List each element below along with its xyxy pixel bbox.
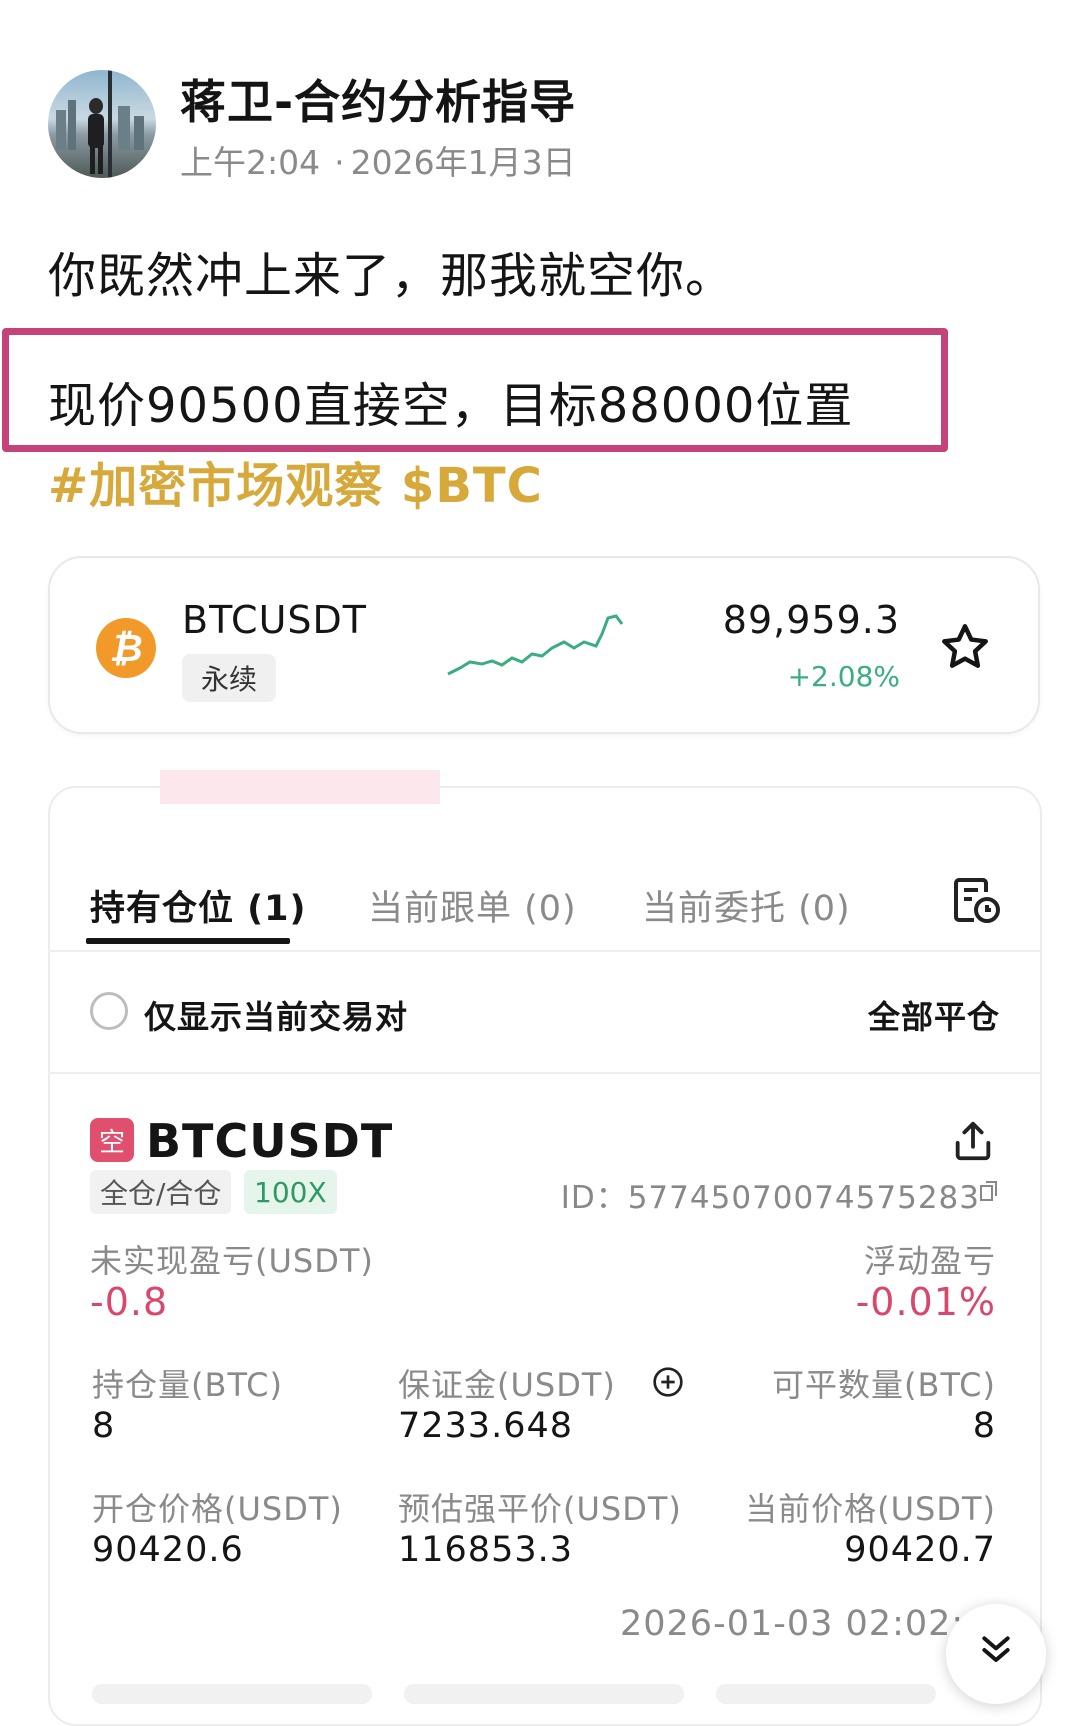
post-hashtags[interactable]: #加密市场观察 $BTC: [48, 446, 543, 516]
ticker-change: +2.08%: [787, 660, 900, 693]
add-margin-icon[interactable]: [652, 1366, 684, 1398]
unrealized-pnl-value: -0.8: [90, 1280, 169, 1324]
price-sparkline: [447, 614, 624, 676]
close-all-button[interactable]: 全部平仓: [860, 992, 1000, 1038]
tab-current-copy-orders[interactable]: 当前跟单 (0): [368, 880, 577, 931]
filter-current-pair-radio[interactable]: [90, 992, 128, 1030]
section-divider: [48, 1072, 1042, 1074]
author-avatar[interactable]: [48, 70, 156, 178]
ticker-price: 89,959.3: [722, 598, 900, 642]
post-date: 2026年1月3日: [350, 143, 576, 182]
action-button-stub[interactable]: [92, 1684, 372, 1704]
author-name[interactable]: 蒋卫-合约分析指导: [180, 66, 576, 132]
cropped-previous-row: [90, 770, 450, 804]
order-history-icon[interactable]: [950, 874, 1002, 926]
entry-price-value: 90420.6: [92, 1530, 244, 1570]
tab-divider: [48, 950, 1042, 952]
closable-amount-value: 8: [972, 1406, 996, 1446]
chevron-double-down-icon: [982, 1636, 1010, 1662]
entry-price-label: 开仓价格(USDT): [92, 1490, 343, 1528]
current-price-value: 90420.7: [844, 1530, 996, 1570]
floating-pnl-label: 浮动盈亏: [863, 1242, 996, 1280]
post-time: 上午2:04: [180, 143, 321, 182]
active-tab-underline: [86, 938, 290, 944]
action-button-stub[interactable]: [716, 1684, 936, 1704]
unrealized-pnl-label: 未实现盈亏(USDT): [90, 1242, 374, 1280]
margin-label: 保证金(USDT): [398, 1366, 616, 1404]
liquidation-price-value: 116853.3: [398, 1530, 574, 1570]
scroll-down-button[interactable]: [946, 1604, 1046, 1704]
floating-pnl-value: -0.01%: [855, 1280, 996, 1324]
margin-value: 7233.648: [398, 1406, 574, 1446]
share-icon[interactable]: [950, 1118, 996, 1164]
ticker-symbol: BTCUSDT: [182, 598, 367, 642]
margin-mode-tag: 全仓/合仓: [90, 1170, 232, 1214]
position-symbol[interactable]: BTCUSDT: [146, 1114, 393, 1168]
leverage-tag: 100X: [244, 1170, 337, 1214]
closable-amount-label: 可平数量(BTC): [772, 1366, 996, 1404]
star-icon[interactable]: [938, 620, 992, 674]
perpetual-badge: 永续: [182, 654, 276, 702]
current-price-label: 当前价格(USDT): [745, 1490, 996, 1528]
copy-icon[interactable]: [980, 1180, 998, 1202]
bitcoin-logo-icon: ₿: [96, 618, 156, 678]
tab-current-orders[interactable]: 当前委托 (0): [642, 880, 851, 931]
filter-current-pair-label[interactable]: 仅显示当前交易对: [144, 992, 408, 1038]
short-side-badge: 空: [90, 1118, 134, 1162]
position-size-value: 8: [92, 1406, 116, 1446]
liquidation-price-label: 预估强平价(USDT): [398, 1490, 682, 1528]
post-text-line2: 现价90500直接空，目标88000位置: [48, 378, 854, 434]
post-text-line1: 你既然冲上来了，那我就空你。: [48, 248, 735, 304]
tab-holding-positions[interactable]: 持有仓位 (1): [90, 880, 307, 931]
post-timestamp: 上午2:04 · 2026年1月3日: [180, 136, 576, 184]
separator-dot: ·: [334, 143, 345, 182]
action-button-stub[interactable]: [404, 1684, 684, 1704]
position-size-label: 持仓量(BTC): [92, 1366, 283, 1404]
position-id: ID：57745070074575283: [560, 1180, 980, 1216]
